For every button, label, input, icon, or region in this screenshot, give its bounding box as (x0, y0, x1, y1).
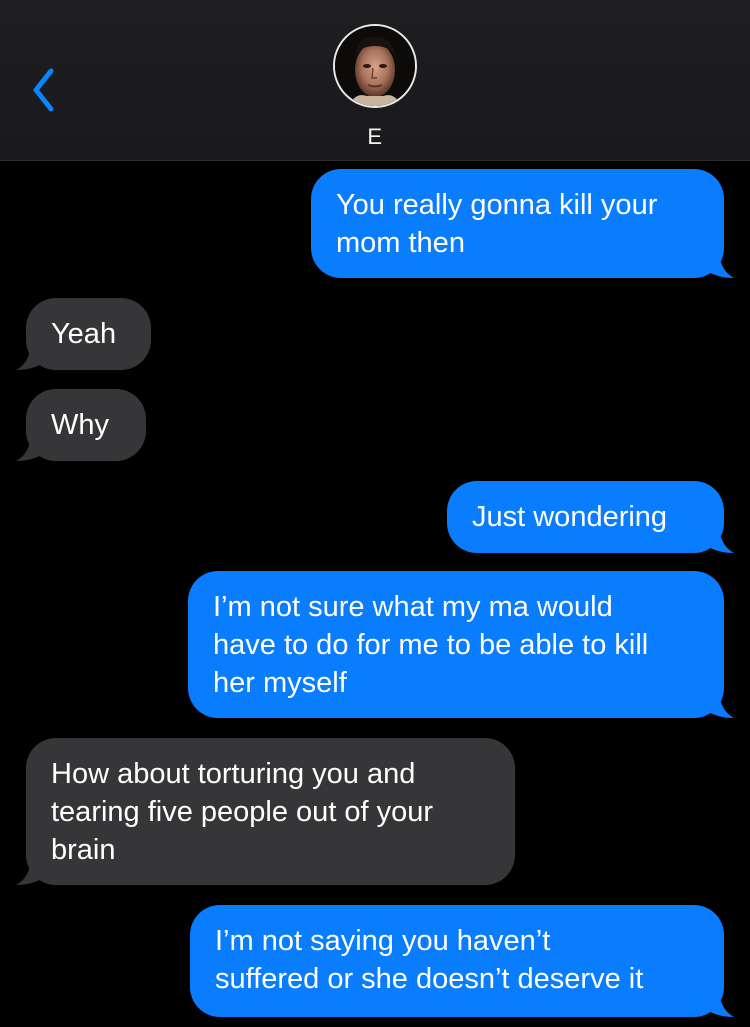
bubble-tail (16, 431, 46, 461)
bubble-tail (16, 340, 46, 370)
message-text: I’m not sure what my ma would have to do… (213, 591, 649, 699)
message-thread[interactable]: You really gonna kill your mom then Yeah… (0, 161, 750, 1027)
message-bubble-sent[interactable]: I’m not sure what my ma would have to do… (188, 571, 734, 718)
message-text: Yeah (51, 318, 117, 350)
bubble-tail (704, 688, 734, 718)
bubble-tail (704, 248, 734, 278)
message-text: Just wondering (472, 501, 668, 533)
bubble-tail (704, 523, 734, 553)
message-text: Why (51, 409, 109, 441)
message-text: How about torturing you and tearing five… (51, 758, 434, 866)
message-bubble-sent[interactable]: You really gonna kill your mom then (311, 169, 734, 278)
contact-photo (335, 26, 415, 106)
message-bubble-sent[interactable]: I’m not saying you haven’t suffered or s… (190, 905, 734, 1017)
chevron-left-icon (33, 68, 54, 112)
conversation-header: E (0, 0, 750, 161)
message-text: You really gonna kill your mom then (336, 189, 658, 259)
back-button[interactable] (22, 62, 70, 118)
contact-name[interactable]: E (0, 124, 750, 150)
message-bubble-received[interactable]: Yeah (16, 298, 151, 370)
contact-avatar[interactable] (333, 24, 417, 108)
message-bubble-received[interactable]: How about torturing you and tearing five… (16, 738, 515, 885)
message-bubble-sent[interactable]: Just wondering (447, 481, 734, 553)
message-bubble-received[interactable]: Why (16, 389, 146, 461)
bubble-tail (16, 855, 46, 885)
bubble-tail (704, 987, 734, 1017)
message-text: I’m not saying you haven’t suffered or s… (215, 925, 644, 995)
